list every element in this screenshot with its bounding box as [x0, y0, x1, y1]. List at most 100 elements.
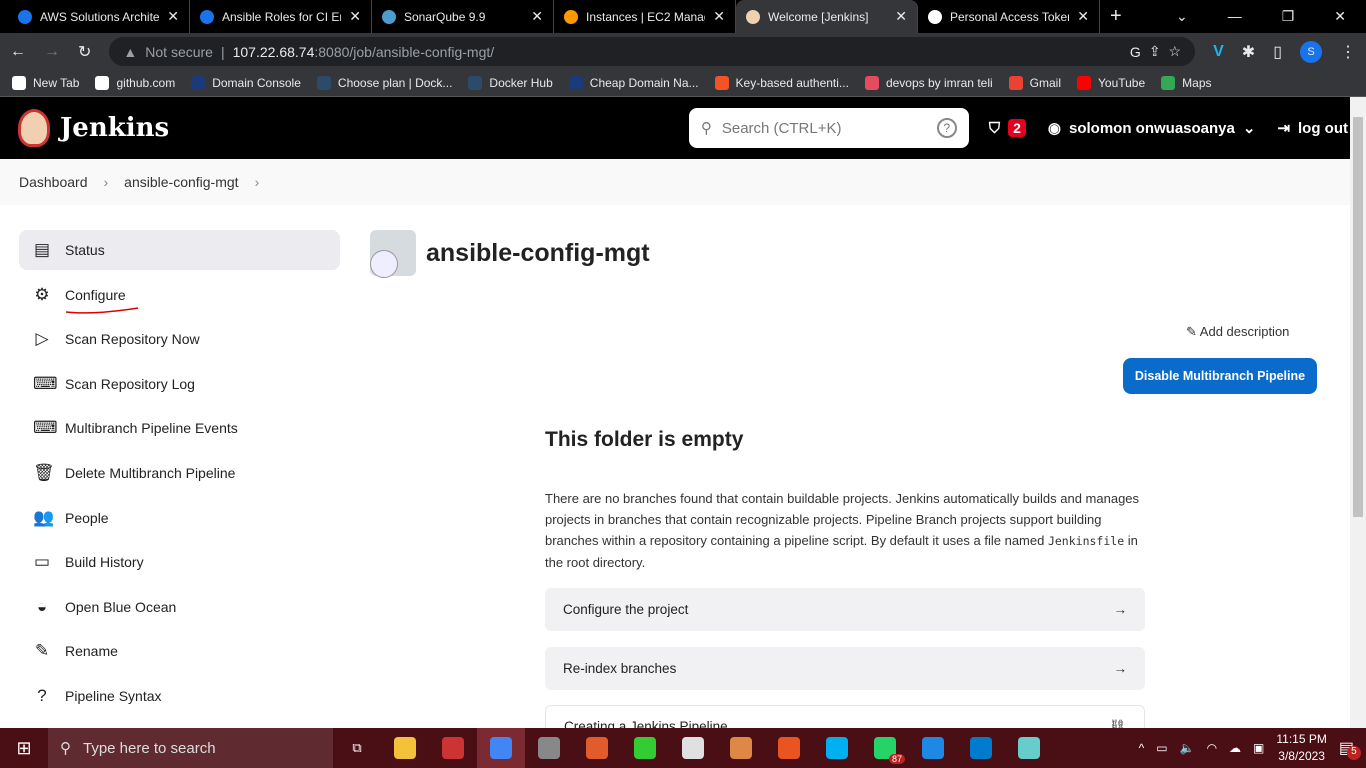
taskbar-app-icon[interactable] [429, 728, 477, 768]
share-icon[interactable]: ⇪ [1149, 43, 1161, 60]
meet-now-icon[interactable]: ▣ [1253, 741, 1264, 755]
taskbar-app-icon[interactable] [621, 728, 669, 768]
sidebar-item-pipeline-syntax[interactable]: ? Pipeline Syntax [19, 676, 340, 716]
taskbar-app-icon[interactable] [573, 728, 621, 768]
browser-tab[interactable]: Welcome [Jenkins] ✕ [736, 0, 918, 33]
chevron-right-icon[interactable]: › [255, 174, 260, 190]
tab-search-icon[interactable]: ⌄ [1176, 8, 1188, 25]
jenkins-logo[interactable]: Jenkins [18, 109, 169, 147]
vimeo-icon[interactable]: V [1213, 43, 1224, 61]
taskbar-app-icon[interactable] [957, 728, 1005, 768]
user-menu[interactable]: solomon onwuasoanya [1069, 120, 1235, 137]
notifications-icon[interactable]: ▤ 5 [1339, 738, 1361, 760]
bookmark-item[interactable]: YouTube [1077, 76, 1145, 91]
breadcrumb-dashboard[interactable]: Dashboard [19, 174, 88, 190]
battery-icon[interactable]: ▭ [1156, 741, 1167, 755]
bookmark-item[interactable]: Choose plan | Dock... [316, 76, 452, 91]
bookmark-item[interactable]: New Tab [12, 76, 79, 91]
close-tab-icon[interactable]: ✕ [531, 8, 543, 25]
profile-avatar[interactable]: S [1300, 40, 1322, 63]
wifi-icon[interactable]: ◠ [1207, 741, 1217, 755]
taskbar-app-icon[interactable] [813, 728, 861, 768]
sidebar-item-open-blue-ocean[interactable]: ◒ Open Blue Ocean [19, 587, 340, 627]
taskbar-app-icon[interactable] [381, 728, 429, 768]
taskbar-app-icon[interactable] [909, 728, 957, 768]
close-tab-icon[interactable]: ✕ [167, 8, 179, 25]
chevron-down-icon[interactable]: ⌄ [1243, 119, 1256, 137]
taskbar-app-icon[interactable] [477, 728, 525, 768]
bookmark-item[interactable]: Key-based authenti... [714, 76, 849, 91]
help-icon[interactable]: ? [936, 118, 957, 138]
search-input[interactable]: ⚲ Search (CTRL+K) ? [688, 108, 969, 148]
taskbar-app-icon[interactable] [1005, 728, 1053, 768]
bookmark-item[interactable]: Cheap Domain Na... [568, 76, 699, 91]
extensions-icon[interactable]: ✱ [1242, 42, 1255, 62]
menu-icon[interactable]: ⋮ [1340, 42, 1356, 62]
sidebar-item-scan-repository-log[interactable]: ⌨ Scan Repository Log [19, 364, 340, 404]
taskbar-search[interactable]: ⚲ Type here to search [48, 728, 333, 768]
sidebar-item-build-history[interactable]: ▭ Build History [19, 542, 340, 582]
bookmark-favicon-icon [316, 76, 331, 91]
tab-favicon-icon [746, 9, 760, 24]
sidebar-item-people[interactable]: 👥 People [19, 498, 340, 538]
close-window-icon[interactable]: ✕ [1334, 8, 1346, 25]
address-bar-row: ← → ↻ ▲ Not secure | 107.22.68.74:8080/j… [0, 33, 1366, 70]
restore-icon[interactable]: ❐ [1282, 8, 1295, 25]
sidebar-item-scan-repository-now[interactable]: ▷ Scan Repository Now [19, 319, 340, 359]
star-icon[interactable]: ☆ [1169, 43, 1182, 60]
bookmark-item[interactable]: Maps [1161, 76, 1212, 91]
forward-icon[interactable]: → [44, 43, 60, 61]
taskbar-app-icon[interactable] [525, 728, 573, 768]
bookmark-item[interactable]: Docker Hub [468, 76, 553, 91]
breadcrumb-job[interactable]: ansible-config-mgt [124, 174, 238, 190]
security-badge[interactable]: 2 [1008, 119, 1026, 137]
bookmark-item[interactable]: Domain Console [191, 76, 301, 91]
taskbar-app-icon[interactable]: 87 [861, 728, 909, 768]
google-icon[interactable]: G [1130, 44, 1141, 60]
sidepanel-icon[interactable]: ▯ [1273, 42, 1282, 62]
security-label[interactable]: Not secure [145, 44, 213, 60]
taskbar-search-placeholder: Type here to search [83, 739, 216, 757]
browser-tab[interactable]: Ansible Roles for CI En ✕ [190, 0, 372, 33]
bookmark-item[interactable]: Gmail [1008, 76, 1061, 91]
disable-pipeline-button[interactable]: Disable Multibranch Pipeline [1123, 358, 1317, 394]
volume-icon[interactable]: 🔈 [1180, 741, 1195, 755]
shield-icon[interactable]: ⛉ [989, 120, 1000, 137]
reload-icon[interactable]: ↻ [78, 42, 91, 62]
logout-link[interactable]: log out [1298, 120, 1348, 137]
page-scrollbar[interactable] [1350, 97, 1366, 728]
tab-favicon-icon [18, 9, 32, 24]
minimize-icon[interactable]: — [1228, 8, 1242, 25]
sidebar-item-label: Multibranch Pipeline Events [65, 420, 238, 437]
browser-tab[interactable]: SonarQube 9.9 ✕ [372, 0, 554, 33]
bookmark-item[interactable]: github.com [95, 76, 175, 91]
windows-start-icon[interactable]: ⊞ [0, 738, 48, 759]
clock[interactable]: 11:15 PM 3/8/2023 [1276, 731, 1326, 765]
bookmark-item[interactable]: devops by imran teli [864, 76, 993, 91]
bookmark-favicon-icon [568, 76, 583, 91]
close-tab-icon[interactable]: ✕ [895, 8, 907, 25]
close-tab-icon[interactable]: ✕ [1077, 8, 1089, 25]
new-tab-icon[interactable]: + [1110, 5, 1122, 28]
sidebar-item-delete-multibranch-pipeline[interactable]: 🗑 Delete Multibranch Pipeline [19, 453, 340, 493]
onedrive-icon[interactable]: ☁ [1229, 741, 1241, 755]
configure-project-action[interactable]: Configure the project → [545, 588, 1145, 631]
browser-tab[interactable]: AWS Solutions Archite ✕ [8, 0, 190, 33]
browser-tab[interactable]: Instances | EC2 Manag ✕ [554, 0, 736, 33]
reindex-branches-action[interactable]: Re-index branches → [545, 647, 1145, 690]
tray-chevron-icon[interactable]: ^ [1139, 741, 1145, 755]
add-description-link[interactable]: ✎ Add description [1186, 324, 1289, 340]
task-view-icon[interactable]: ⧉ [333, 728, 381, 768]
browser-tab[interactable]: Personal Access Token ✕ [918, 0, 1100, 33]
sidebar-item-status[interactable]: ▤ Status [19, 230, 340, 270]
url-input[interactable]: ▲ Not secure | 107.22.68.74:8080/job/ans… [109, 37, 1196, 66]
back-icon[interactable]: ← [10, 43, 26, 61]
sidebar-item-multibranch-pipeline-events[interactable]: ⌨ Multibranch Pipeline Events [19, 408, 340, 448]
taskbar-app-icon[interactable] [717, 728, 765, 768]
taskbar-app-icon[interactable] [765, 728, 813, 768]
scrollbar-thumb[interactable] [1353, 117, 1363, 517]
close-tab-icon[interactable]: ✕ [349, 8, 361, 25]
close-tab-icon[interactable]: ✕ [713, 8, 725, 25]
taskbar-app-icon[interactable] [669, 728, 717, 768]
sidebar-item-rename[interactable]: ✎ Rename [19, 631, 340, 671]
